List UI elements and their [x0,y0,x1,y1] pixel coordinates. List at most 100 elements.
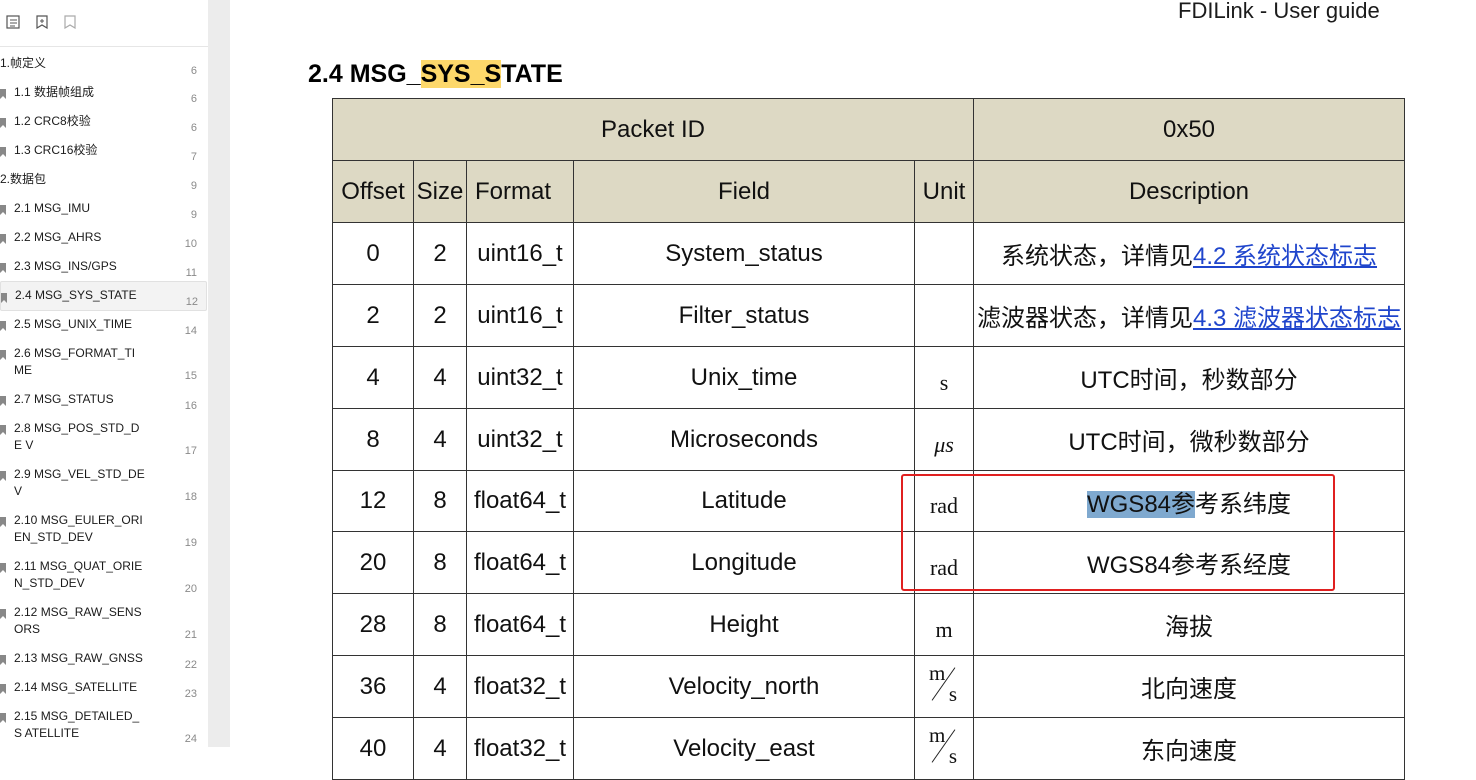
toc-item-label: 2.1 MSG_IMU [14,201,91,215]
cell-offset: 20 [332,531,414,594]
cell-size: 4 [413,408,467,471]
cell-description: WGS84参考系纬度 [973,470,1405,532]
bookmark-icon [0,653,6,665]
bookmark-add-icon[interactable] [35,15,49,30]
cell-description: UTC时间，微秒数部分 [973,408,1405,471]
page-header-title: FDILink - User guide [1178,0,1380,23]
cell-unit: s [914,346,974,409]
outline-icon[interactable] [6,15,20,29]
bookmark-icon [0,682,6,694]
cell-offset: 2 [332,284,414,347]
toc-item-label: 2.4 MSG_SYS_STATE [15,288,137,302]
cell-field: Microseconds [573,408,915,471]
outline-sidebar: 1.帧定义 6 1.1 数据帧组成 6 1.2 CRC8校验 6 1.3 CRC… [0,0,208,747]
toc-item[interactable]: 2.14 MSG_SATELLITE 23 [0,679,205,707]
cell-description: 滤波器状态，详情见4.3 滤波器状态标志 [973,284,1405,347]
toc-item[interactable]: 2.13 MSG_RAW_GNSS 22 [0,650,205,678]
bookmark-icon [0,319,6,331]
toc-item-page: 6 [190,93,197,105]
cell-description: 海拔 [973,593,1405,656]
cell-field: System_status [573,222,915,285]
unit-fraction: ms [929,723,959,768]
toc-item[interactable]: 1.3 CRC16校验 7 [0,142,205,170]
toc-item[interactable]: 2.6 MSG_FORMAT_TI ME 15 [0,345,205,385]
bookmark-icon [0,203,6,215]
cell-description: 东向速度 [973,717,1405,780]
section-link[interactable]: 4.2 系统状态标志 [1193,243,1377,270]
toc-item[interactable]: 1.帧定义 6 [0,55,205,83]
bookmark-icon [0,469,6,481]
toc-item-page: 15 [184,370,197,382]
table-row: 0 2 uint16_t System_status 系统状态，详情见4.2 系… [332,222,1405,285]
toc-item[interactable]: 2.15 MSG_DETAILED_S ATELLITE 24 [0,708,205,747]
cell-description: 北向速度 [973,655,1405,718]
column-header: Offset [332,160,414,223]
toc-item-page: 16 [184,400,197,412]
toc-item-label: 1.2 CRC8校验 [14,114,91,128]
toc-item-label: 2.11 MSG_QUAT_ORIE N_STD_DEV [14,559,143,590]
column-header: Unit [914,160,974,223]
section-link[interactable]: 4.3 滤波器状态标志 [1193,305,1401,332]
toc-item[interactable]: 2.8 MSG_POS_STD_DE V 17 [0,420,205,460]
toc-item[interactable]: 2.7 MSG_STATUS 16 [0,391,205,419]
toc-item[interactable]: 2.10 MSG_EULER_ORI EN_STD_DEV 19 [0,512,205,552]
cell-format: float64_t [466,531,574,594]
toc-item-label: 1.帧定义 [0,56,47,70]
toc-item[interactable]: 1.1 数据帧组成 6 [0,84,205,112]
table-row: 12 8 float64_t Latitude rad WGS84参考系纬度 [332,470,1405,532]
toc-item-label: 2.数据包 [0,172,47,186]
toc-item-page: 22 [184,659,197,671]
toc-item-label: 2.8 MSG_POS_STD_DE V [14,421,140,452]
unit-text: rad [929,493,959,518]
bookmark-icon [0,116,6,128]
toc-item[interactable]: 2.11 MSG_QUAT_ORIE N_STD_DEV 20 [0,558,205,598]
toc-item-label: 2.12 MSG_RAW_SENS ORS [14,605,142,636]
toc-item[interactable]: 2.数据包 9 [0,171,205,199]
cell-size: 8 [413,470,467,532]
description-text: 滤波器状态，详情见 [976,305,1193,332]
toc-item[interactable]: 2.12 MSG_RAW_SENS ORS 21 [0,604,205,644]
packet-id-value: 0x50 [973,98,1405,161]
cell-offset: 28 [332,593,414,656]
toc-item[interactable]: 2.2 MSG_AHRS 10 [0,229,205,257]
cell-unit [914,222,974,285]
heading-text: TATE [501,60,563,88]
cell-description: 系统状态，详情见4.2 系统状态标志 [973,222,1405,285]
table-header-row: Packet ID 0x50 [332,98,1405,161]
cell-format: uint16_t [466,222,574,285]
cell-format: float32_t [466,655,574,718]
packet-id-label: Packet ID [332,98,974,161]
cell-unit: μs [914,408,974,471]
table-row: 20 8 float64_t Longitude rad WGS84参考系经度 [332,531,1405,594]
cell-unit [914,284,974,347]
cell-offset: 40 [332,717,414,780]
toc-item[interactable]: 2.5 MSG_UNIX_TIME 14 [0,316,205,344]
selected-text[interactable]: WGS84参 [1086,490,1196,518]
heading-text: 2.4 MSG_ [308,60,421,88]
toc-item[interactable]: 1.2 CRC8校验 6 [0,113,205,141]
table-header-row: Offset Size Format Field Unit Descriptio… [332,160,1405,223]
cell-unit: rad [914,470,974,532]
unit-denominator: s [948,682,957,706]
toc-item-page: 17 [184,445,197,457]
panel-divider[interactable] [208,0,230,747]
cell-format: float32_t [466,717,574,780]
toc-item-active[interactable]: 2.4 MSG_SYS_STATE 12 [0,281,207,311]
cell-field: Velocity_north [573,655,915,718]
cell-field: Height [573,593,915,656]
toc-item-page: 9 [190,180,197,192]
toc-item[interactable]: 2.1 MSG_IMU 9 [0,200,205,228]
cell-field: Longitude [573,531,915,594]
bookmark-icon[interactable] [63,15,77,30]
toc-item-page: 18 [184,491,197,503]
cell-size: 2 [413,222,467,285]
cell-format: float64_t [466,593,574,656]
cell-description: UTC时间，秒数部分 [973,346,1405,409]
table-row: 2 2 uint16_t Filter_status 滤波器状态，详情见4.3 … [332,284,1405,347]
toc-item-label: 2.13 MSG_RAW_GNSS [14,651,143,665]
table-row: 40 4 float32_t Velocity_east ms 东向速度 [332,717,1405,780]
table-row: 8 4 uint32_t Microseconds μs UTC时间，微秒数部分 [332,408,1405,471]
search-highlight: S [484,60,502,88]
toc-item[interactable]: 2.9 MSG_VEL_STD_DE V 18 [0,466,205,506]
search-highlight: SYS_ [420,60,485,88]
